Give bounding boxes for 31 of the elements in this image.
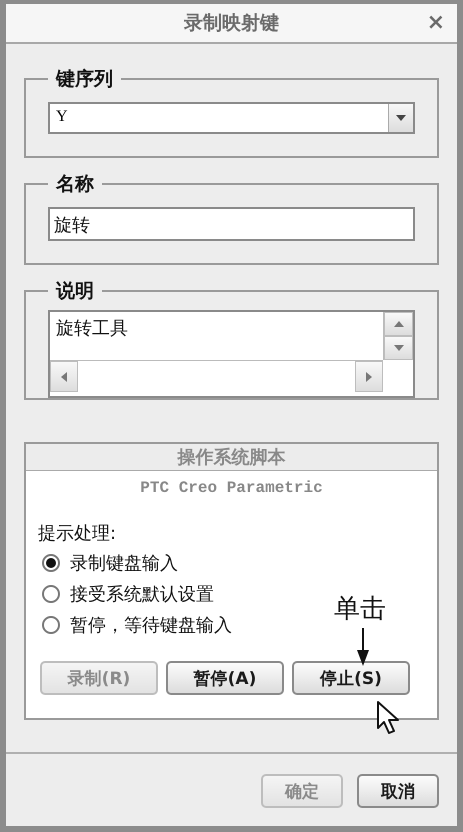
annotation-arrow [356, 628, 370, 666]
radio-button[interactable] [42, 616, 60, 634]
group-label: 名称 [54, 172, 95, 197]
option-label: 接受系统默认设置 [70, 583, 214, 606]
option-label: 暂停，等待键盘输入 [70, 614, 232, 637]
radio-button[interactable] [42, 585, 60, 603]
annotation-label: 单击 [334, 594, 386, 624]
section-title: 操作系统脚本 [178, 446, 286, 469]
scroll-down-button[interactable] [384, 336, 413, 360]
key-sequence-dropdown[interactable]: Y [48, 102, 415, 134]
dropdown-arrow-icon [396, 115, 406, 121]
group-label: 说明 [54, 279, 95, 304]
down-arrow-icon [394, 345, 404, 351]
close-button[interactable]: × [426, 10, 445, 35]
up-arrow-icon [394, 321, 404, 327]
prompt-label: 提示处理: [38, 523, 116, 544]
scroll-right-button[interactable] [355, 361, 383, 392]
app-name: PTC Creo Parametric [140, 479, 323, 497]
description-field[interactable]: 旋转工具 [48, 310, 415, 398]
script-button[interactable]: 暂停(A) [166, 661, 284, 695]
dialog-button[interactable]: 取消 [357, 774, 439, 808]
option-label: 录制键盘输入 [70, 552, 178, 575]
scroll-up-button[interactable] [384, 312, 413, 336]
radio-button[interactable] [42, 554, 60, 572]
left-arrow-icon [61, 372, 67, 382]
name-field[interactable]: 旋转 [48, 207, 415, 241]
group-label: 键序列 [54, 67, 114, 92]
scroll-left-button[interactable] [50, 361, 78, 392]
window-title: 录制映射键 [184, 11, 279, 36]
script-button[interactable]: 停止(S) [292, 661, 410, 695]
right-arrow-icon [366, 372, 372, 382]
